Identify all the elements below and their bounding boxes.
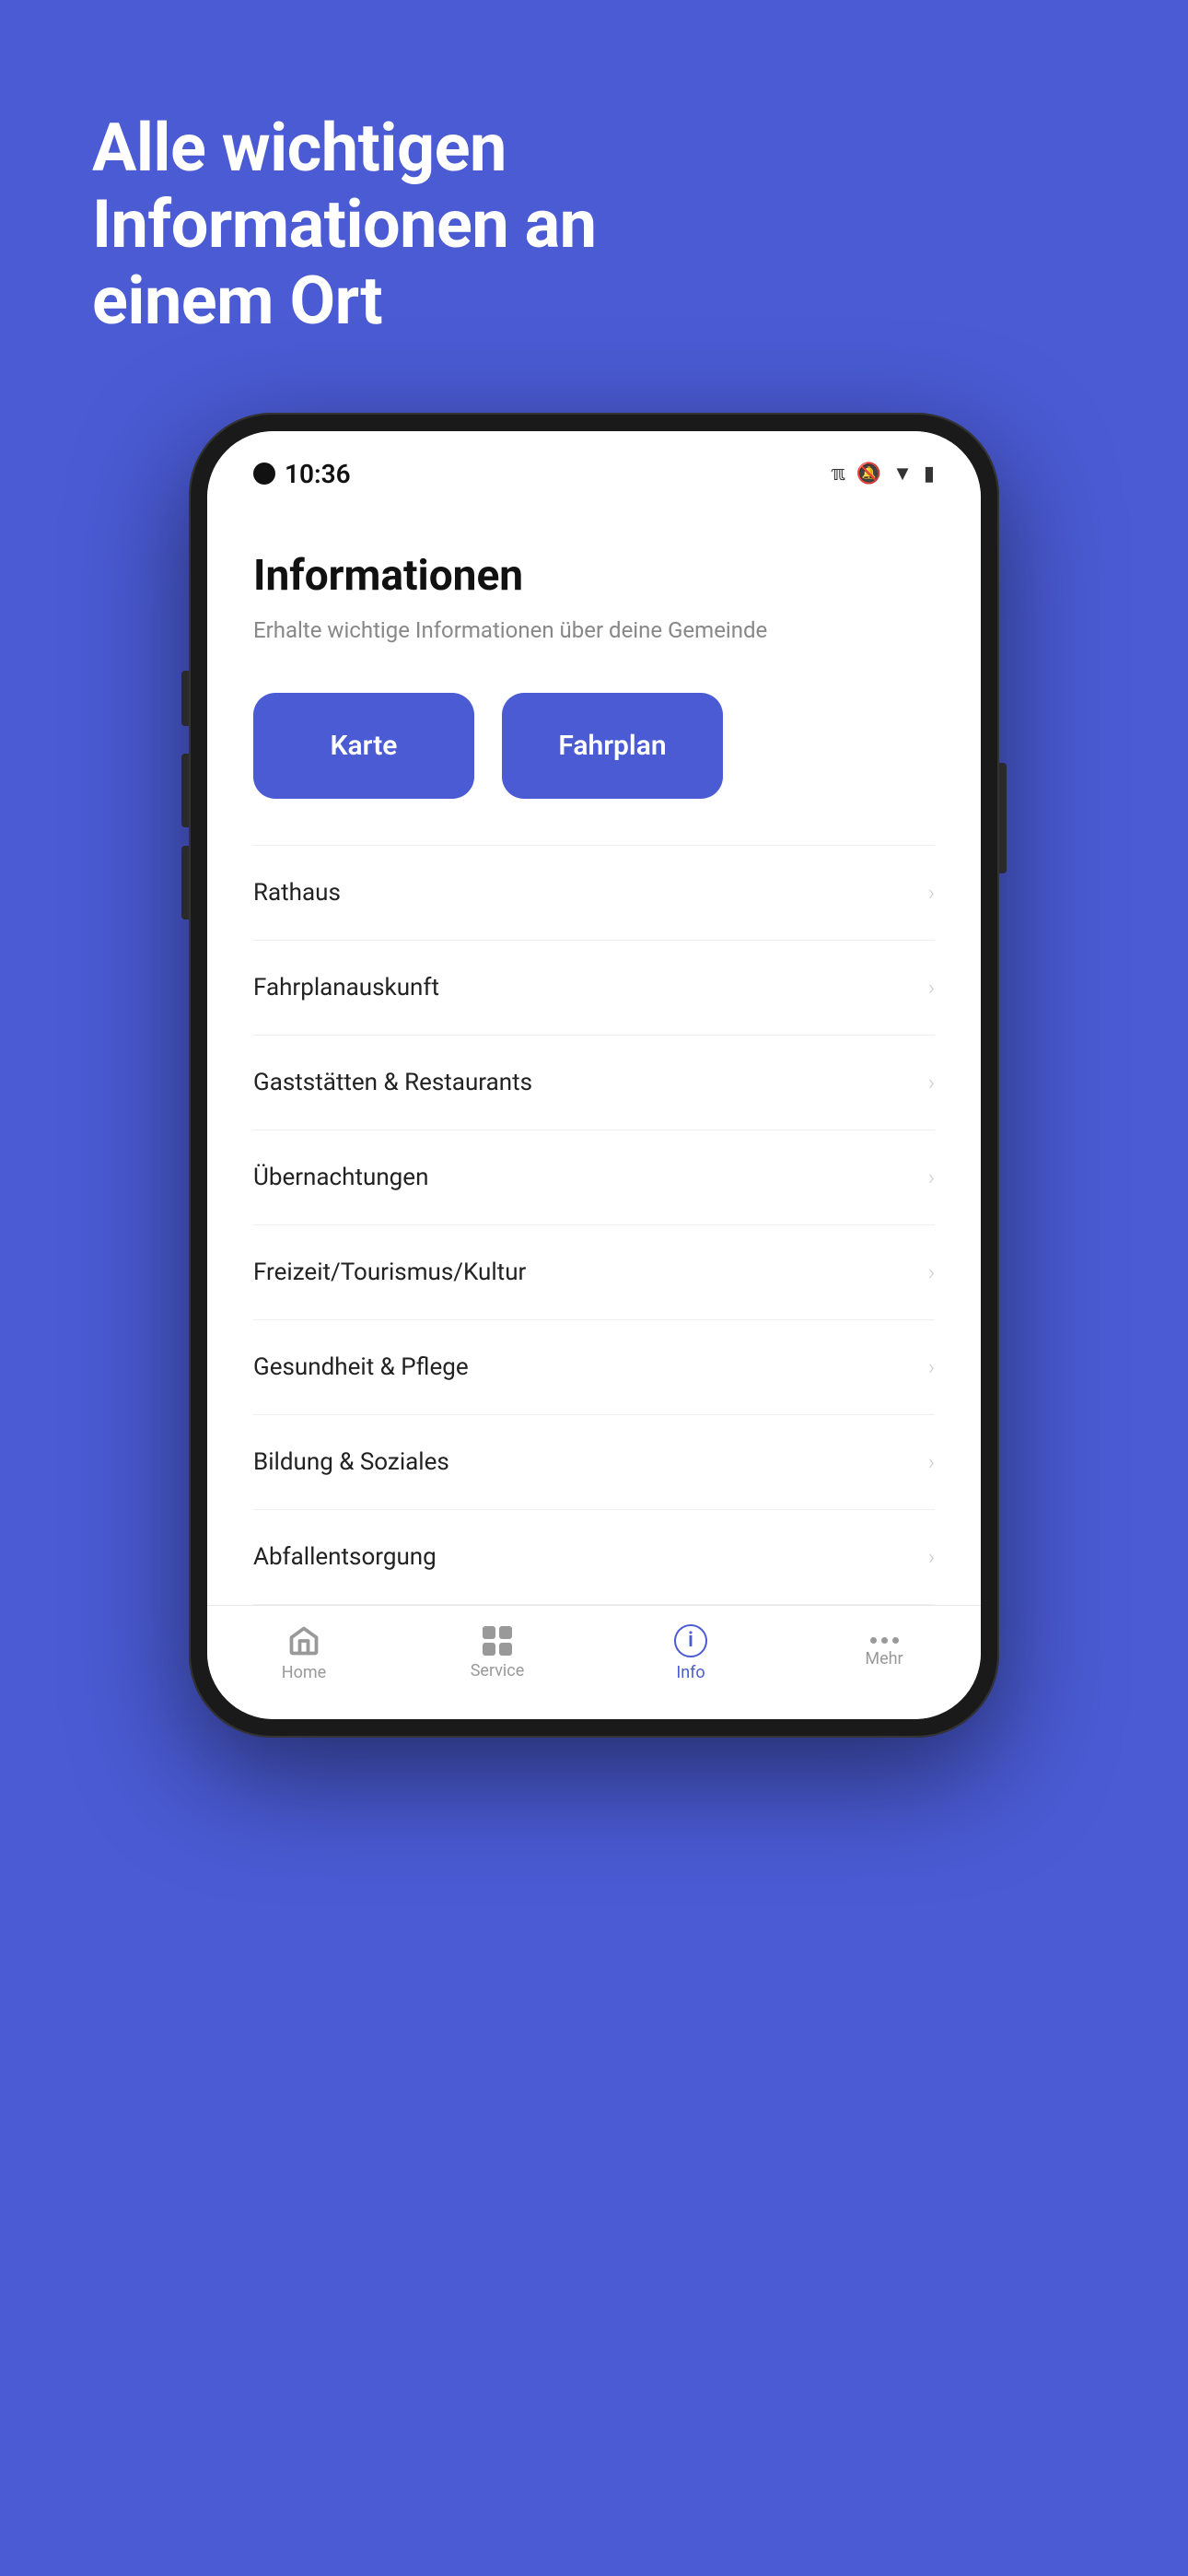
fahrplan-label: Fahrplan: [558, 730, 666, 762]
nav-label-info: Info: [676, 1663, 705, 1682]
service-grid-icon: [483, 1626, 512, 1656]
chevron-right-icon: ›: [928, 880, 935, 906]
wifi-icon: ▼: [892, 462, 913, 486]
volume-down-button: [181, 846, 189, 919]
nav-label-service: Service: [471, 1661, 525, 1680]
nav-label-mehr: Mehr: [865, 1649, 903, 1669]
page-title: Informationen: [253, 551, 935, 601]
nav-label-home: Home: [282, 1663, 326, 1682]
list-item-freizeit[interactable]: Freizeit/Tourismus/Kultur ›: [253, 1225, 935, 1320]
chevron-right-icon: ›: [928, 1070, 935, 1095]
hero-title: Alle wichtigen Informationen an einem Or…: [92, 111, 663, 339]
info-list: Rathaus › Fahrplanauskunft › Gaststätten…: [253, 845, 935, 1605]
status-time: 10:36: [253, 459, 351, 489]
bottom-nav: Home Service i Info: [207, 1605, 981, 1719]
nav-item-info[interactable]: i Info: [645, 1624, 737, 1682]
chevron-right-icon: ›: [928, 1544, 935, 1570]
home-icon: [287, 1624, 320, 1657]
list-item-uebernachtungen[interactable]: Übernachtungen ›: [253, 1130, 935, 1225]
chevron-right-icon: ›: [928, 1449, 935, 1475]
karte-label: Karte: [331, 730, 398, 762]
battery-icon: ▮: [924, 463, 935, 486]
nav-item-service[interactable]: Service: [451, 1626, 543, 1680]
hero-section: Alle wichtigen Informationen an einem Or…: [0, 111, 737, 339]
nav-item-home[interactable]: Home: [258, 1624, 350, 1682]
bluetooth-icon: ℼ: [831, 463, 844, 486]
list-item-bildung[interactable]: Bildung & Soziales ›: [253, 1415, 935, 1510]
chevron-right-icon: ›: [928, 1165, 935, 1190]
status-icons: ℼ 🔕 ▼ ▮: [831, 462, 935, 486]
list-item-abfallentsorgung[interactable]: Abfallentsorgung ›: [253, 1510, 935, 1605]
phone-screen: 10:36 ℼ 🔕 ▼ ▮ Informationen Erhalte wich…: [207, 431, 981, 1719]
karte-button[interactable]: Karte: [253, 693, 474, 799]
list-item-fahrplanauskunft[interactable]: Fahrplanauskunft ›: [253, 941, 935, 1036]
fahrplan-button[interactable]: Fahrplan: [502, 693, 723, 799]
app-content: Informationen Erhalte wichtige Informati…: [207, 505, 981, 1605]
more-dots-icon: [870, 1637, 899, 1644]
volume-up-button: [181, 754, 189, 827]
power-button: [999, 763, 1007, 873]
list-item-gaststaetten[interactable]: Gaststätten & Restaurants ›: [253, 1036, 935, 1130]
camera-icon: [253, 463, 275, 485]
chevron-right-icon: ›: [928, 1259, 935, 1285]
page-subtitle: Erhalte wichtige Informationen über dein…: [253, 615, 935, 647]
bell-off-icon: 🔕: [856, 463, 881, 486]
chevron-right-icon: ›: [928, 1354, 935, 1380]
info-circle-icon: i: [674, 1624, 707, 1657]
list-item-rathaus[interactable]: Rathaus ›: [253, 846, 935, 941]
status-bar: 10:36 ℼ 🔕 ▼ ▮: [207, 431, 981, 505]
phone-mockup: 10:36 ℼ 🔕 ▼ ▮ Informationen Erhalte wich…: [189, 413, 999, 1738]
chevron-right-icon: ›: [928, 975, 935, 1001]
list-item-gesundheit[interactable]: Gesundheit & Pflege ›: [253, 1320, 935, 1415]
phone-frame: 10:36 ℼ 🔕 ▼ ▮ Informationen Erhalte wich…: [189, 413, 999, 1738]
nav-item-mehr[interactable]: Mehr: [838, 1637, 930, 1669]
quick-actions: Karte Fahrplan: [253, 693, 935, 799]
